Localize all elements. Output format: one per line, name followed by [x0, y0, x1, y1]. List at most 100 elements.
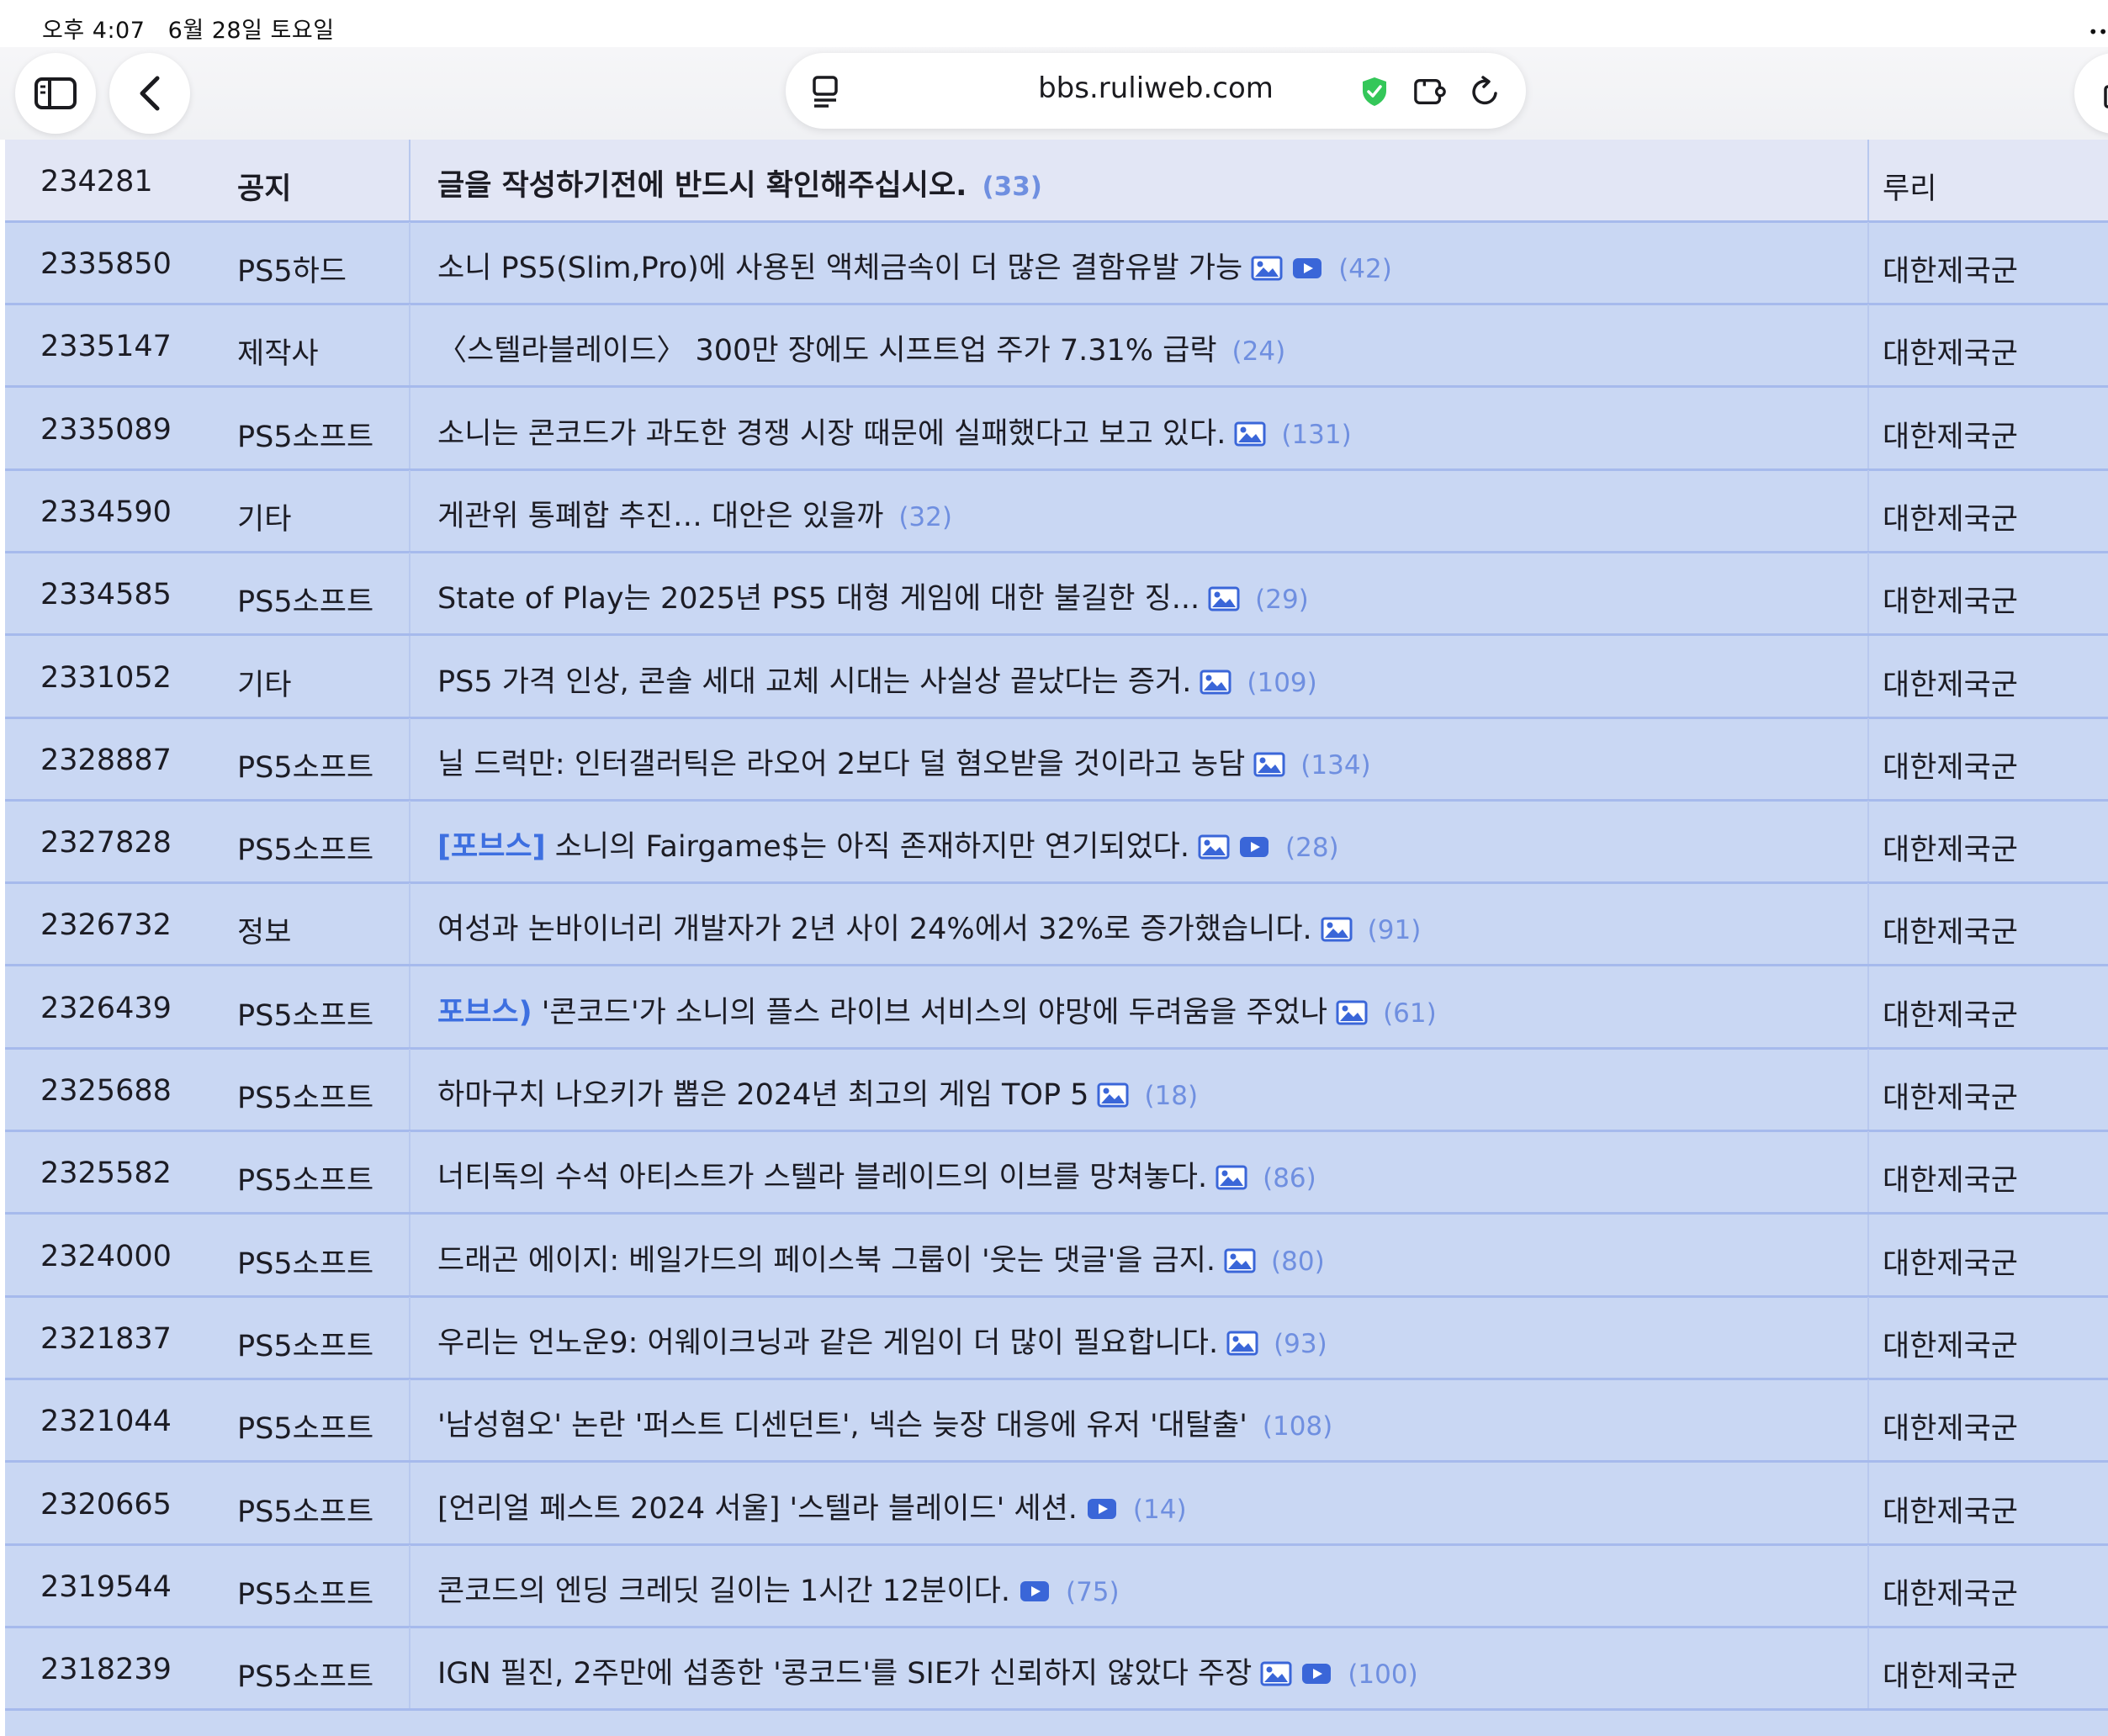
post-title[interactable]: 드래곤 에이지: 베일가드의 페이스북 그룹이 '웃는 댓글'을 금지. [437, 1244, 1216, 1278]
post-category[interactable]: PS5하드 [237, 247, 347, 290]
post-prefix[interactable]: [포브스] [437, 830, 546, 864]
post-row[interactable]: 2319544 PS5소프트 콘코드의 엔딩 크레딧 길이는 1시간 12분이다. (… [5, 1544, 2108, 1628]
post-author[interactable]: 대한제국군 [1883, 1074, 2018, 1117]
post-title-cell[interactable]: 콘코드의 엔딩 크레딧 길이는 1시간 12분이다. (75) [437, 1567, 1120, 1610]
comment-count[interactable]: (42) [1338, 254, 1392, 284]
comment-count[interactable]: (91) [1368, 915, 1422, 945]
post-row[interactable]: 2331052 기타 PS5 가격 인상, 콘솔 세대 교체 시대는 사실상 끝났다… [5, 635, 2108, 719]
extension-icon[interactable] [1413, 75, 1447, 108]
post-title-cell[interactable]: 소니 PS5(Slim,Pro)에 사용된 액체금속이 더 많은 결함유발 가능… [437, 244, 1392, 287]
post-category[interactable]: 공지 [237, 165, 291, 208]
post-author[interactable]: 대한제국군 [1883, 661, 2018, 704]
post-category[interactable]: 정보 [237, 908, 291, 951]
back-button[interactable] [109, 53, 190, 134]
comment-count[interactable]: (29) [1255, 585, 1309, 615]
comment-count[interactable]: (86) [1263, 1163, 1316, 1194]
comment-count[interactable]: (28) [1285, 833, 1339, 863]
post-title[interactable]: 게관위 통폐합 추진… 대안은 있을까 [437, 500, 883, 533]
post-title[interactable]: IGN 필진, 2주만에 섭종한 '콩코드'를 SIE가 신뢰하지 않았다 주장 [437, 1657, 1252, 1691]
post-title-cell[interactable]: '남성혐오' 논란 '퍼스트 디센던트', 넥슨 늦장 대응에 유저 '대탈출'… [437, 1401, 1332, 1444]
shield-icon[interactable] [1358, 75, 1391, 108]
comment-count[interactable]: (14) [1133, 1495, 1187, 1525]
post-title[interactable]: PS5 가격 인상, 콘솔 세대 교체 시대는 사실상 끝났다는 증거. [437, 665, 1191, 699]
post-title[interactable]: 닐 드럭만: 인터갤러틱은 라오어 2보다 덜 혐오받을 것이라고 농담 [437, 748, 1245, 781]
post-row[interactable]: 2326439 PS5소프트 포브스) '콘코드'가 소니의 플스 라이브 서비스의… [5, 966, 2108, 1050]
post-category[interactable]: PS5소프트 [237, 1240, 373, 1283]
post-row[interactable]: 2324000 PS5소프트 드래곤 에이지: 베일가드의 페이스북 그룹이 '웃는… [5, 1214, 2108, 1298]
comment-count[interactable]: (24) [1232, 336, 1286, 367]
comment-count[interactable]: (100) [1348, 1659, 1417, 1690]
post-author[interactable]: 대한제국군 [1883, 744, 2018, 786]
post-title[interactable]: 글을 작성하기전에 반드시 확인해주십시오. [437, 169, 967, 203]
post-author[interactable]: 대한제국군 [1883, 1156, 2018, 1199]
post-author[interactable]: 대한제국군 [1883, 578, 2018, 621]
post-title-cell[interactable]: 글을 작성하기전에 반드시 확인해주십시오. (33) [437, 161, 1042, 204]
post-author[interactable]: 대한제국군 [1883, 495, 2018, 538]
post-row[interactable]: 2318239 PS5소프트 IGN 필진, 2주만에 섭종한 '콩코드'를 SIE… [5, 1628, 2108, 1712]
post-category[interactable]: PS5소프트 [237, 1156, 373, 1199]
post-author[interactable]: 대한제국군 [1883, 330, 2018, 373]
post-row[interactable]: 2335089 PS5소프트 소니는 콘코드가 과도한 경쟁 시장 때문에 실패했다… [5, 387, 2108, 471]
post-author[interactable]: 대한제국군 [1883, 992, 2018, 1035]
post-category[interactable]: PS5소프트 [237, 1653, 373, 1696]
post-author[interactable]: 루리 [1883, 165, 1936, 208]
post-row[interactable]: 2335147 제작사 〈스텔라블레이드〉 300만 장에도 시프트업 주가 7.3… [5, 304, 2108, 389]
post-author[interactable]: 대한제국군 [1883, 1653, 2018, 1696]
post-title-cell[interactable]: 닐 드럭만: 인터갤러틱은 라오어 2보다 덜 혐오받을 것이라고 농담 (134… [437, 740, 1371, 783]
post-title[interactable]: 너티독의 수석 아티스트가 스텔라 블레이드의 이브를 망쳐놓다. [437, 1161, 1207, 1194]
post-row[interactable]: 2325688 PS5소프트 하마구치 나오키가 뽑은 2024년 최고의 게임 T… [5, 1049, 2108, 1132]
post-row[interactable]: 2320665 PS5소프트 [언리얼 페스트 2024 서울] '스텔라 블레이드… [5, 1462, 2108, 1546]
post-title[interactable]: 하마구치 나오키가 뽑은 2024년 최고의 게임 TOP 5 [437, 1078, 1088, 1112]
post-title[interactable]: 우리는 언노운9: 어웨이크닝과 같은 게임이 더 많이 필요합니다. [437, 1326, 1218, 1360]
post-title[interactable]: 소니의 Fairgame$는 아직 존재하지만 연기되었다. [555, 830, 1189, 864]
multitasking-dots-icon[interactable]: •• [2088, 22, 2108, 42]
post-title[interactable]: [언리얼 페스트 2024 서울] '스텔라 블레이드' 세션. [437, 1492, 1078, 1526]
post-title-cell[interactable]: 소니는 콘코드가 과도한 경쟁 시장 때문에 실패했다고 보고 있다. (131) [437, 410, 1352, 453]
post-category[interactable]: 기타 [237, 495, 291, 538]
post-author[interactable]: 대한제국군 [1883, 1570, 2018, 1613]
comment-count[interactable]: (33) [982, 172, 1041, 202]
post-author[interactable]: 대한제국군 [1883, 1405, 2018, 1448]
address-bar[interactable]: bbs.ruliweb.com [786, 53, 1526, 129]
post-title-cell[interactable]: [언리얼 페스트 2024 서울] '스텔라 블레이드' 세션. (14) [437, 1485, 1187, 1527]
post-author[interactable]: 대한제국군 [1883, 826, 2018, 869]
post-author[interactable]: 대한제국군 [1883, 247, 2018, 290]
post-author[interactable]: 대한제국군 [1883, 1488, 2018, 1531]
post-title-cell[interactable]: PS5 가격 인상, 콘솔 세대 교체 시대는 사실상 끝났다는 증거. (109… [437, 658, 1317, 701]
post-title-cell[interactable]: IGN 필진, 2주만에 섭종한 '콩코드'를 SIE가 신뢰하지 않았다 주장… [437, 1649, 1418, 1692]
post-row[interactable]: 2335850 PS5하드 소니 PS5(Slim,Pro)에 사용된 액체금속이 … [5, 222, 2108, 305]
post-category[interactable]: 제작사 [237, 330, 319, 373]
post-author[interactable]: 대한제국군 [1883, 908, 2018, 951]
comment-count[interactable]: (18) [1144, 1081, 1198, 1111]
post-category[interactable]: PS5소프트 [237, 744, 373, 786]
comment-count[interactable]: (134) [1300, 750, 1370, 781]
post-category[interactable]: PS5소프트 [237, 1488, 373, 1531]
post-category[interactable]: 기타 [237, 661, 291, 704]
comment-count[interactable]: (61) [1383, 998, 1437, 1029]
reload-icon[interactable] [1469, 75, 1502, 108]
comment-count[interactable]: (93) [1274, 1329, 1327, 1359]
post-title[interactable]: 〈스텔라블레이드〉 300만 장에도 시프트업 주가 7.31% 급락 [437, 334, 1217, 368]
comment-count[interactable]: (131) [1281, 420, 1351, 450]
post-title[interactable]: '콘코드'가 소니의 플스 라이브 서비스의 야망에 두려움을 주었나 [542, 996, 1327, 1029]
post-title[interactable]: 여성과 논바이너리 개발자가 2년 사이 24%에서 32%로 증가했습니다. [437, 913, 1312, 946]
post-category[interactable]: PS5소프트 [237, 413, 373, 456]
post-category[interactable]: PS5소프트 [237, 1570, 373, 1613]
post-row[interactable]: 2325582 PS5소프트 너티독의 수석 아티스트가 스텔라 블레이드의 이브를… [5, 1131, 2108, 1215]
post-category[interactable]: PS5소프트 [237, 992, 373, 1035]
comment-count[interactable]: (109) [1247, 668, 1316, 698]
post-title[interactable]: 소니 PS5(Slim,Pro)에 사용된 액체금속이 더 많은 결함유발 가능 [437, 251, 1242, 285]
post-category[interactable]: PS5소프트 [237, 1405, 373, 1448]
post-title[interactable]: 소니는 콘코드가 과도한 경쟁 시장 때문에 실패했다고 보고 있다. [437, 417, 1226, 451]
post-title[interactable]: '남성혐오' 논란 '퍼스트 디센던트', 넥슨 늦장 대응에 유저 '대탈출' [437, 1409, 1247, 1442]
comment-count[interactable]: (108) [1263, 1411, 1332, 1442]
post-prefix[interactable]: 포브스) [437, 996, 532, 1029]
post-title[interactable]: State of Play는 2025년 PS5 대형 게임에 대한 불길한 징… [437, 582, 1200, 616]
post-category[interactable]: PS5소프트 [237, 826, 373, 869]
sidebar-toggle-button[interactable] [15, 53, 96, 134]
post-author[interactable]: 대한제국군 [1883, 1322, 2018, 1365]
post-title-cell[interactable]: 포브스) '콘코드'가 소니의 플스 라이브 서비스의 야망에 두려움을 주었나… [437, 988, 1437, 1031]
comment-count[interactable]: (32) [898, 502, 952, 532]
post-row[interactable]: 2334585 PS5소프트 State of Play는 2025년 PS5 대형… [5, 553, 2108, 637]
post-row[interactable]: 2334590 기타 게관위 통폐합 추진… 대안은 있을까 (32) 대한제국군 [5, 469, 2108, 553]
